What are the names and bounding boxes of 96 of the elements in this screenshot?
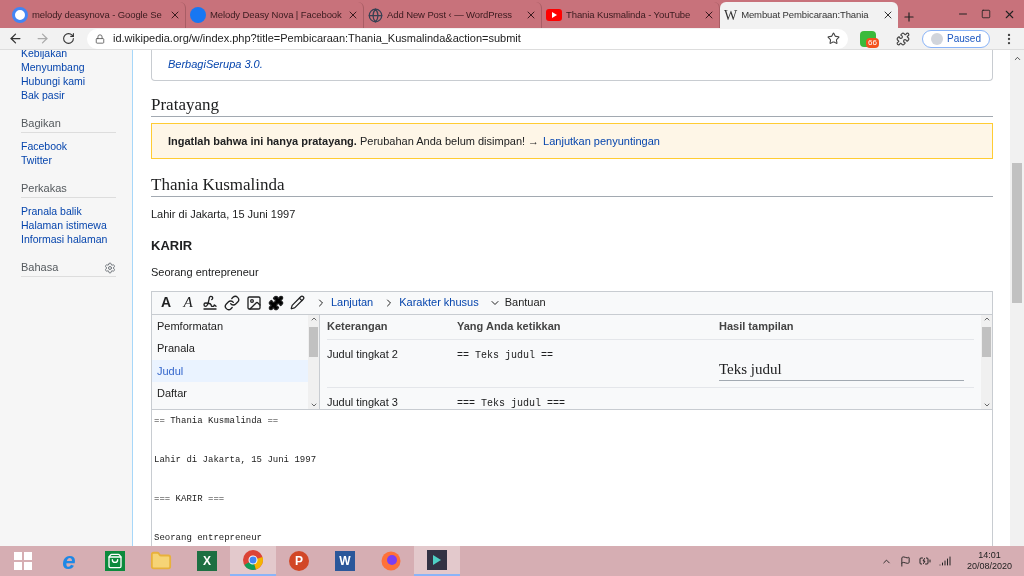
scrollbar[interactable] [308,314,319,409]
reload-icon[interactable] [62,32,75,45]
article-text: Seorang entrepreneur [151,265,260,280]
scroll-up-icon[interactable] [1012,54,1022,63]
spreadsheet-logo: X [197,551,217,571]
browser-tab[interactable]: W Membuat Pembicaraan:Thania [720,2,898,28]
toolbar-menu[interactable]: Lanjutan [315,294,374,311]
windows-logo-icon [14,552,32,570]
warning-text: Ingatlah bahwa ini hanya pratayang. Perubahan Anda belum disimpan! → [168,133,540,149]
taskbar-app[interactable] [414,546,460,576]
signature-tool-icon[interactable] [202,294,218,311]
scroll-thumb[interactable] [1012,163,1022,303]
sidebar-link[interactable]: Kebijakan [21,50,116,60]
taskbar-app[interactable]: W [322,546,368,576]
page-scrollbar[interactable] [1010,50,1024,546]
close-icon[interactable] [882,9,894,21]
favicon-letter: W [724,6,738,25]
document-logo: W [335,551,355,571]
close-icon[interactable] [525,9,537,21]
template-tool-icon[interactable] [268,294,284,311]
image-tool-icon[interactable] [246,294,262,311]
presentation-logo: P [289,551,309,571]
help-section[interactable]: Judul [152,359,308,382]
sidebar-link[interactable]: Bak pasir [21,88,116,102]
tab-title: melody deasynova - Google Se [32,7,163,22]
column-header: Yang Anda ketikkan [457,319,562,335]
link-tool-icon[interactable] [224,294,240,311]
avatar-icon [931,32,944,45]
sidebar-link[interactable]: Facebook [21,139,116,153]
license-link[interactable]: BerbagiSerupa 3.0. [168,58,263,70]
profile-button[interactable]: Paused [922,29,990,48]
sidebar-link[interactable]: Twitter [21,153,116,167]
sidebar-heading: Bagikan [21,116,61,132]
scroll-thumb[interactable] [309,326,318,357]
code-cell: == Teks judul == [457,349,553,361]
scrollbar[interactable] [981,314,992,409]
clock[interactable]: 14:01 20/08/2020 [966,550,1012,572]
help-section[interactable]: Daftar [152,382,308,405]
browser-e-logo: e [62,549,76,573]
toolbar-menu[interactable]: Bantuan [488,294,546,311]
sidebar-link[interactable]: Informasi halaman [21,232,116,246]
folder-icon [150,550,172,572]
code-line: Lahir di Jakarta, 15 Juni 1997 [154,453,317,467]
url-text: id.wikipedia.org/w/index.php?title=Pembicaraan:Thania_Kusmalinda&action=submit [113,31,522,47]
video-editor-logo-icon [427,550,447,570]
pencil-tool-icon[interactable] [290,295,305,310]
shopping-bag-icon [105,551,125,571]
bookmark-star-icon[interactable] [827,32,841,45]
help-section[interactable]: Pemformatan [152,314,308,337]
back-icon[interactable] [8,31,23,46]
column-header: Keterangan [327,319,389,335]
scroll-thumb[interactable] [982,326,991,357]
tab-title: Melody Deasy Nova | Facebook [210,7,343,22]
flag-icon[interactable] [899,555,911,567]
table-cell-text: Judul tingkat 2 [327,346,399,362]
code-cell: === Teks judul === [457,397,566,409]
column-header: Hasil tampilan [719,319,795,335]
restore-icon[interactable] [981,9,991,19]
close-icon[interactable] [347,9,359,21]
continue-editing-link[interactable]: Lanjutkan penyuntingan [543,132,660,150]
tab-title: Thania Kusmalinda - YouTube [566,7,692,22]
heading-preview: Teks judul [719,357,964,381]
new-tab-icon[interactable] [902,10,916,24]
close-icon[interactable] [169,9,181,21]
address-bar[interactable]: id.wikipedia.org/w/index.php?title=Pembicaraan:Thania_Kusmalinda&action=submit [87,28,849,49]
settings-icon[interactable] [104,261,116,274]
section-heading: Pratayang [151,94,993,117]
battery-icon[interactable] [918,555,931,567]
taskbar-app[interactable]: X [184,546,230,576]
italic-tool[interactable]: A [180,291,196,314]
tab-title: Add New Post ‹ — WordPress [387,7,513,22]
extension-badge: 66 [866,37,879,48]
article-text: Lahir di Jakarta, 15 Juni 1997 [151,207,297,222]
article-title: Thania Kusmalinda [151,174,993,197]
article-subheading: KARIR [151,236,194,255]
taskbar-app[interactable]: P [276,546,322,576]
lock-icon [95,33,105,44]
sidebar-link[interactable]: Menyumbang [21,60,116,74]
chrome-logo-icon [243,550,263,570]
tab-title: Membuat Pembicaraan:Thania [741,7,870,22]
help-section[interactable]: Pranala [152,337,308,360]
code-line: === KARIR === [154,492,225,506]
sidebar-link[interactable]: Hubungi kami [21,74,116,88]
code-line: == Thania Kusmalinda == [154,414,279,428]
bold-tool[interactable]: A [158,292,174,313]
globe-icon [368,7,383,23]
table-cell-text: Judul tingkat 3 [327,394,399,409]
sidebar-link[interactable]: Halaman istimewa [21,218,116,232]
extensions-icon[interactable] [896,31,911,46]
sidebar-heading: Bahasa [21,260,59,276]
sidebar-link[interactable]: Pranala balik [21,204,116,218]
toolbar-menu[interactable]: Karakter khusus [383,294,479,311]
code-line: Seorang entrepreneur [154,531,263,545]
close-icon[interactable] [703,9,715,21]
play-logo-icon [546,9,562,21]
sidebar-heading: Perkakas [21,181,67,197]
